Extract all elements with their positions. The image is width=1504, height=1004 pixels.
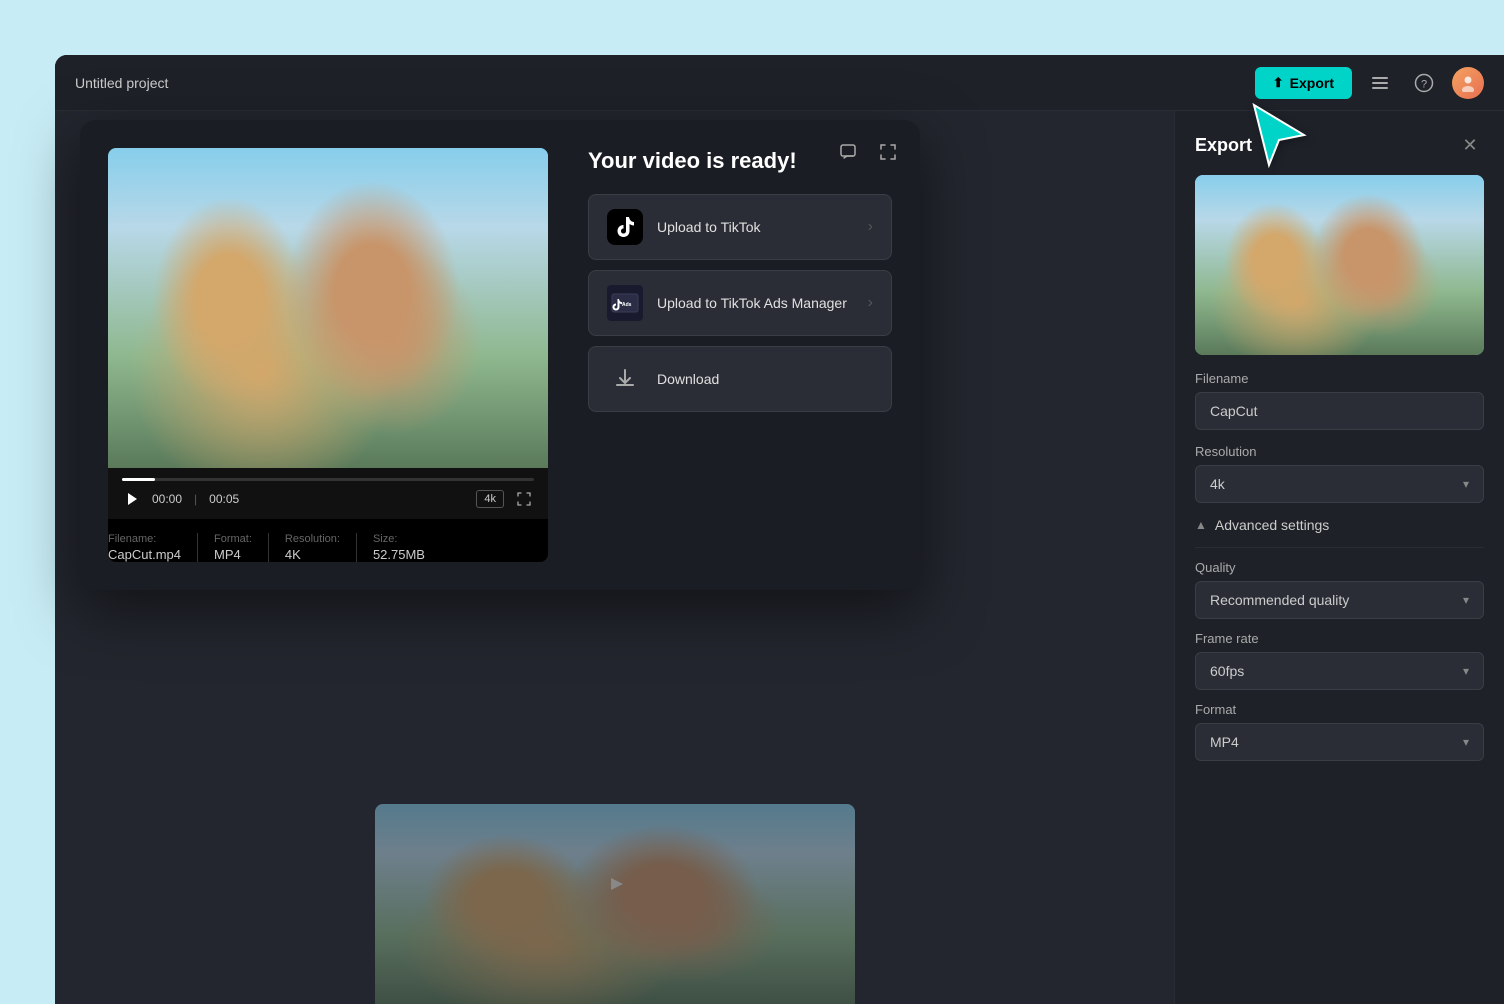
- filename-input-value: CapCut: [1210, 403, 1257, 419]
- export-close-button[interactable]: ✕: [1456, 131, 1484, 159]
- export-upload-icon: ⬆: [1273, 75, 1284, 91]
- advanced-toggle-icon: ▲: [1195, 518, 1207, 532]
- meta-format: Format: MP4: [214, 533, 269, 562]
- canvas-bg-thumbnail: [375, 804, 855, 1004]
- cursor-pointer: [1239, 95, 1319, 175]
- filename-input[interactable]: CapCut: [1195, 392, 1484, 430]
- video-meta: Filename: CapCut.mp4 Format: MP4 Resolut…: [108, 533, 548, 562]
- player-fullscreen-icon: [517, 492, 531, 506]
- resolution-label: Resolution:: [285, 533, 340, 545]
- format-select[interactable]: MP4 ▾: [1195, 723, 1484, 761]
- export-preview-photo: [1195, 175, 1484, 355]
- player-fullscreen-button[interactable]: [514, 489, 534, 509]
- svg-text:?: ?: [1421, 78, 1427, 90]
- download-label: Download: [657, 371, 719, 387]
- comment-icon: [839, 143, 857, 161]
- canvas-play-button[interactable]: [595, 864, 635, 904]
- progress-fill: [122, 478, 155, 481]
- canvas-bg-photo: [375, 804, 855, 1004]
- meta-size: Size: 52.75MB: [373, 533, 441, 562]
- avatar-icon: [1459, 74, 1477, 92]
- export-panel-header: Export ✕: [1175, 111, 1504, 175]
- export-button[interactable]: ⬆ Export: [1255, 67, 1352, 99]
- video-preview: [108, 148, 548, 468]
- size-value: 52.75MB: [373, 547, 425, 562]
- tiktok-chevron-right: ›: [868, 218, 873, 236]
- quality-select-value: Recommended quality: [1210, 592, 1349, 608]
- tiktok-icon: [607, 209, 643, 245]
- user-avatar[interactable]: [1452, 67, 1484, 99]
- cursor-svg: [1239, 95, 1319, 175]
- play-icon: [126, 492, 138, 506]
- canvas-play-icon: [601, 870, 629, 898]
- format-chevron: ▾: [1463, 735, 1469, 749]
- quality-badge: 4k: [476, 490, 504, 508]
- video-player: 00:00 | 00:05 4k Filename: CapCut.mp4: [108, 148, 548, 562]
- quality-chevron: ▾: [1463, 593, 1469, 607]
- resolution-field-label: Resolution: [1175, 444, 1504, 459]
- modal-content: 00:00 | 00:05 4k Filename: CapCut.mp4: [108, 148, 892, 562]
- export-btn-label: Export: [1290, 75, 1334, 91]
- tiktok-logo: [616, 217, 634, 237]
- tiktok-ads-logo: Ads: [611, 293, 639, 313]
- close-icon: ✕: [1462, 135, 1477, 156]
- download-icon: [607, 361, 643, 397]
- quality-select[interactable]: Recommended quality ▾: [1195, 581, 1484, 619]
- filename-value: CapCut.mp4: [108, 547, 181, 562]
- meta-filename: Filename: CapCut.mp4: [108, 533, 198, 562]
- format-label: Format:: [214, 533, 252, 545]
- format-select-value: MP4: [1210, 734, 1239, 750]
- controls-row: 00:00 | 00:05 4k: [122, 489, 534, 509]
- upload-tiktok-label: Upload to TikTok: [657, 219, 761, 235]
- framerate-select-value: 60fps: [1210, 663, 1244, 679]
- advanced-settings-label: Advanced settings: [1215, 517, 1329, 533]
- upload-tiktok-button[interactable]: Upload to TikTok ›: [588, 194, 892, 260]
- download-button[interactable]: Download: [588, 346, 892, 412]
- meta-resolution: Resolution: 4K: [285, 533, 357, 562]
- upload-tiktok-ads-button[interactable]: Ads Upload to TikTok Ads Manager ›: [588, 270, 892, 336]
- project-title: Untitled project: [75, 75, 168, 91]
- total-time: 00:05: [209, 492, 239, 506]
- header-actions: ⬆ Export ?: [1255, 67, 1484, 99]
- framerate-field-label: Frame rate: [1175, 631, 1504, 646]
- tiktok-ads-icon: Ads: [607, 285, 643, 321]
- time-separator: |: [194, 492, 197, 506]
- resolution-value: 4K: [285, 547, 340, 562]
- preview-photo: [108, 148, 548, 468]
- filename-field-label: Filename: [1175, 371, 1504, 386]
- resolution-chevron: ▾: [1463, 477, 1469, 491]
- export-preview-thumbnail: [1195, 175, 1484, 355]
- help-icon: ?: [1414, 73, 1434, 93]
- tiktok-ads-chevron-right: ›: [868, 294, 873, 312]
- resolution-select-value: 4k: [1210, 476, 1225, 492]
- help-icon-btn[interactable]: ?: [1408, 67, 1440, 99]
- modal-right: Your video is ready! Upload to TikTok ›: [588, 148, 892, 422]
- stack-icon: [1370, 73, 1390, 93]
- stack-icon-btn[interactable]: [1364, 67, 1396, 99]
- size-label: Size:: [373, 533, 425, 545]
- fullscreen-icon: [879, 143, 897, 161]
- video-controls: 00:00 | 00:05 4k: [108, 468, 548, 519]
- export-panel: Export ✕ Filename CapCut Resolution 4k ▾…: [1174, 111, 1504, 1004]
- fullscreen-button[interactable]: [872, 136, 904, 168]
- advanced-settings-toggle[interactable]: ▲ Advanced settings: [1175, 507, 1504, 543]
- format-field-label: Format: [1175, 702, 1504, 717]
- framerate-select[interactable]: 60fps ▾: [1195, 652, 1484, 690]
- separator-1: [1195, 547, 1484, 548]
- framerate-chevron: ▾: [1463, 664, 1469, 678]
- comment-button[interactable]: [832, 136, 864, 168]
- filename-label: Filename:: [108, 533, 181, 545]
- play-pause-button[interactable]: [122, 489, 142, 509]
- resolution-select[interactable]: 4k ▾: [1195, 465, 1484, 503]
- format-value: MP4: [214, 547, 252, 562]
- progress-bar[interactable]: [122, 478, 534, 481]
- svg-text:Ads: Ads: [622, 302, 632, 308]
- current-time: 00:00: [152, 492, 182, 506]
- quality-field-label: Quality: [1175, 560, 1504, 575]
- modal-top-icons: [832, 136, 904, 168]
- video-ready-modal: 00:00 | 00:05 4k Filename: CapCut.mp4: [80, 120, 920, 590]
- download-svg: [613, 367, 637, 391]
- upload-tiktok-ads-label: Upload to TikTok Ads Manager: [657, 295, 847, 311]
